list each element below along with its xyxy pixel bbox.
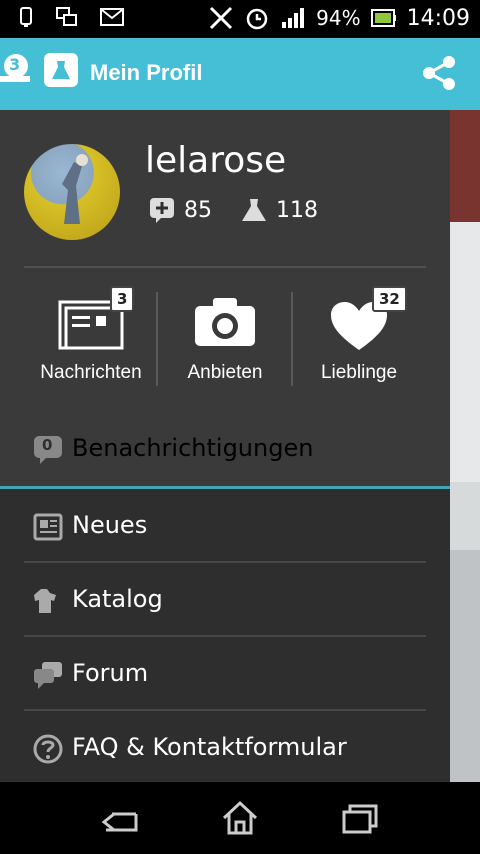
recents-button[interactable] bbox=[340, 800, 380, 836]
tile-offer-label: Anbieten bbox=[187, 362, 263, 383]
home-icon bbox=[222, 800, 258, 835]
page-title: Mein Profil bbox=[90, 60, 203, 85]
stat-bubbles: 85 bbox=[148, 196, 212, 224]
share-icon bbox=[423, 56, 455, 90]
background-content bbox=[450, 110, 480, 782]
system-nav-bar bbox=[0, 782, 480, 854]
action-bar: 3 Mein Profil bbox=[0, 38, 480, 110]
battery-percent: 94% bbox=[316, 6, 361, 30]
back-icon bbox=[101, 812, 138, 832]
status-bar: 94% 14:09 bbox=[0, 0, 480, 38]
stat-items-value: 118 bbox=[276, 197, 318, 223]
drawer-toggle-button[interactable]: 3 bbox=[0, 52, 32, 84]
alarm-icon bbox=[246, 8, 268, 30]
plus-bubble-icon bbox=[150, 198, 174, 223]
menu-item-neues-label: Neues bbox=[72, 511, 148, 539]
menu-item-forum[interactable]: Forum bbox=[0, 637, 450, 711]
recents-icon bbox=[342, 804, 378, 834]
tile-favorites[interactable]: 32 Lieblinge bbox=[292, 270, 426, 410]
app-logo bbox=[44, 53, 78, 87]
phone-usb-icon bbox=[20, 7, 32, 27]
avatar[interactable] bbox=[24, 144, 120, 240]
favorites-badge: 32 bbox=[372, 286, 407, 312]
stat-bubbles-value: 85 bbox=[184, 197, 212, 223]
notification-count: 0 bbox=[42, 436, 53, 454]
tile-messages-label: Nachrichten bbox=[40, 362, 142, 383]
nfc-icon bbox=[210, 6, 233, 30]
stat-items: 118 bbox=[240, 196, 318, 224]
share-button[interactable] bbox=[420, 54, 458, 92]
menu-item-faq-label: FAQ & Kontaktformular bbox=[72, 733, 347, 761]
clothes-icon bbox=[34, 589, 56, 613]
newspaper-icon bbox=[33, 513, 63, 541]
menu-item-katalog[interactable]: Katalog bbox=[0, 563, 450, 637]
camera-icon bbox=[195, 298, 255, 346]
messages-badge: 3 bbox=[110, 286, 135, 312]
menu-item-forum-label: Forum bbox=[72, 659, 149, 687]
status-notifications bbox=[18, 6, 124, 28]
gmail-icon bbox=[100, 8, 124, 26]
divider bbox=[24, 266, 426, 268]
dress-icon bbox=[242, 199, 266, 221]
profile-header[interactable]: lelarose 85 118 bbox=[0, 110, 450, 270]
tile-favorites-label: Lieblinge bbox=[320, 362, 398, 383]
menu-item-faq[interactable]: FAQ & Kontaktformular bbox=[0, 711, 450, 785]
back-button[interactable] bbox=[100, 800, 140, 836]
avatar-figure-icon bbox=[62, 154, 88, 224]
clock: 14:09 bbox=[406, 5, 470, 31]
menu-item-neues[interactable]: Neues bbox=[0, 489, 450, 563]
quick-actions: 3 Nachrichten Anbieten 32 Lieblinge bbox=[0, 270, 450, 414]
status-indicators: 94% 14:09 bbox=[208, 5, 470, 31]
drawer-badge-count: 3 bbox=[9, 55, 21, 74]
menu-item-katalog-label: Katalog bbox=[72, 585, 163, 613]
notifications-item[interactable]: 0 Benachrichtigungen bbox=[0, 410, 450, 489]
dress-logo-icon bbox=[52, 61, 70, 79]
tile-offer[interactable]: Anbieten bbox=[158, 270, 292, 410]
username: lelarose bbox=[145, 140, 287, 181]
chat-bubbles-icon bbox=[34, 662, 62, 689]
help-circle-icon bbox=[33, 734, 63, 764]
screens-icon bbox=[56, 7, 77, 26]
notifications-label: Benachrichtigungen bbox=[72, 434, 314, 462]
tile-messages[interactable]: 3 Nachrichten bbox=[24, 270, 158, 410]
navigation-drawer: lelarose 85 118 3 Nachrichten Anbieten 3… bbox=[0, 110, 450, 785]
battery-icon bbox=[370, 9, 396, 27]
signal-icon bbox=[282, 8, 305, 28]
home-button[interactable] bbox=[220, 800, 260, 836]
